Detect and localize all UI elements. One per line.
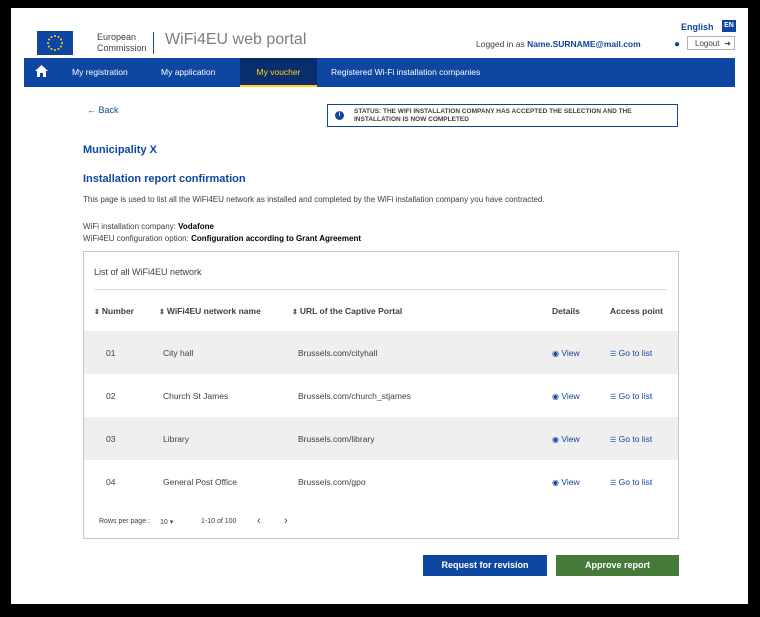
back-link[interactable]: ← Back (87, 105, 119, 115)
eye-icon: ◉ (552, 392, 559, 401)
network-list-panel: List of all WiFi4EU network ⇕ Number ⇕ WiF… (83, 251, 679, 539)
header-network-name-label: WiFi4EU network name (166, 306, 261, 316)
go-to-list-link[interactable]: ☰ Go to list (610, 391, 652, 401)
logo-line-2: Commission (97, 43, 147, 53)
portal-title: WiFi4EU web portal (165, 31, 307, 48)
header-url-label: URL of the Captive Portal (299, 306, 403, 316)
go-to-list-link[interactable]: ☰ Go to list (610, 434, 652, 444)
status-banner: i STATUS: THE WIFI INSTALLATION COMPANY … (327, 104, 678, 127)
user-icon: ● (674, 39, 681, 50)
config-value: Configuration according to Grant Agreeme… (191, 234, 361, 243)
table-row: 04 General Post Office Brussels.com/gpo … (84, 460, 678, 503)
nav-registered-companies[interactable]: Registered Wi-Fi installation companies (331, 58, 531, 87)
header-number[interactable]: ⇕ Number (94, 306, 134, 316)
header-network-name[interactable]: ⇕ WiFi4EU network name (159, 306, 261, 316)
request-revision-button[interactable]: Request for revision (423, 555, 547, 576)
sort-icon: ⇕ (292, 309, 298, 316)
table-row: 02 Church St James Brussels.com/church_s… (84, 374, 678, 417)
eye-icon: ◉ (552, 435, 559, 444)
table-row: 01 City hall Brussels.com/cityhall ◉ Vie… (84, 331, 678, 374)
logged-in-info: Logged in as Name.SURNAME@mail.com (476, 39, 641, 49)
sort-icon: ⇕ (94, 309, 100, 316)
go-to-list-label: Go to list (618, 434, 653, 444)
header-number-label: Number (101, 306, 134, 316)
nav-my-registration[interactable]: My registration (72, 58, 144, 87)
cell-number: 02 (106, 391, 116, 401)
view-label: View (561, 477, 580, 487)
cell-network-name: General Post Office (163, 477, 238, 487)
view-label: View (561, 391, 580, 401)
cell-url: Brussels.com/gpo (298, 477, 366, 487)
cell-url: Brussels.com/library (298, 434, 375, 444)
rows-per-page-label: Rows per page : (99, 518, 150, 525)
info-icon: i (335, 111, 344, 120)
status-text: STATUS: THE WIFI INSTALLATION COMPANY HA… (354, 108, 632, 123)
page-title: Installation report confirmation (83, 173, 246, 185)
next-page-icon[interactable]: › (284, 515, 288, 527)
approve-report-button[interactable]: Approve report (556, 555, 679, 576)
go-to-list-label: Go to list (618, 477, 653, 487)
municipality-name: Municipality X (83, 144, 157, 156)
company-label: WiFi installation company: (83, 222, 176, 231)
sort-icon: ⇕ (159, 309, 165, 316)
list-icon: ☰ (610, 351, 617, 358)
cell-url: Brussels.com/cityhall (298, 348, 378, 358)
eye-icon: ◉ (552, 478, 559, 487)
nav-my-voucher[interactable]: My voucher (240, 58, 317, 87)
cell-number: 01 (106, 348, 116, 358)
configuration-option: WiFi4EU configuration option: Configurat… (83, 234, 361, 243)
table-row: 03 Library Brussels.com/library ◉ View ☰… (84, 417, 678, 460)
site-header: European Commission WiFi4EU web portal E… (11, 8, 748, 58)
header-details: Details (552, 306, 580, 316)
company-value: Vodafone (178, 222, 215, 231)
view-details-link[interactable]: ◉ View (552, 477, 580, 487)
home-icon[interactable] (34, 64, 50, 80)
logo-divider (153, 32, 154, 54)
logged-in-prefix: Logged in as (476, 39, 525, 49)
cell-number: 03 (106, 434, 116, 444)
header-captive-portal-url[interactable]: ⇕ URL of the Captive Portal (292, 306, 402, 316)
user-email: Name.SURNAME@mail.com (527, 39, 641, 49)
view-details-link[interactable]: ◉ View (552, 434, 580, 444)
view-details-link[interactable]: ◉ View (552, 391, 580, 401)
config-label: WiFi4EU configuration option: (83, 234, 189, 243)
language-code-badge[interactable]: EN (722, 20, 736, 32)
view-label: View (561, 434, 580, 444)
go-to-list-label: Go to list (618, 391, 653, 401)
cell-network-name: City hall (163, 348, 194, 358)
installation-company: WiFi installation company: Vodafone (83, 222, 214, 231)
panel-divider (94, 289, 667, 290)
logout-label: Logout (695, 39, 720, 48)
cell-number: 04 (106, 477, 116, 487)
language-selector[interactable]: English (681, 22, 714, 32)
cell-network-name: Library (163, 434, 189, 444)
nav-my-application[interactable]: My application (161, 58, 233, 87)
previous-page-icon[interactable]: ‹ (257, 515, 261, 527)
eye-icon: ◉ (552, 349, 559, 358)
ec-logo-text: European Commission (97, 32, 147, 54)
list-icon: ☰ (610, 437, 617, 444)
app-window: European Commission WiFi4EU web portal E… (11, 8, 748, 604)
logo-line-1: European (97, 32, 137, 42)
view-details-link[interactable]: ◉ View (552, 348, 580, 358)
page-description: This page is used to list all the WiFi4E… (83, 195, 545, 204)
main-navigation: My registration My application My vouche… (24, 58, 735, 87)
panel-title: List of all WiFi4EU network (94, 267, 202, 277)
view-label: View (561, 348, 580, 358)
cell-network-name: Church St James (163, 391, 229, 401)
go-to-list-label: Go to list (618, 348, 653, 358)
logout-icon: ➜ (724, 39, 731, 48)
go-to-list-link[interactable]: ☰ Go to list (610, 348, 652, 358)
rows-per-page-select[interactable]: 10 ▾ (160, 518, 173, 526)
header-access-point: Access point (610, 306, 663, 316)
list-icon: ☰ (610, 480, 617, 487)
go-to-list-link[interactable]: ☰ Go to list (610, 477, 652, 487)
list-icon: ☰ (610, 394, 617, 401)
cell-url: Brussels.com/church_stjames (298, 391, 411, 401)
logout-button[interactable]: Logout ➜ (687, 36, 735, 50)
pagination-range: 1-10 of 100 (201, 518, 237, 525)
eu-flag-icon (37, 31, 73, 55)
